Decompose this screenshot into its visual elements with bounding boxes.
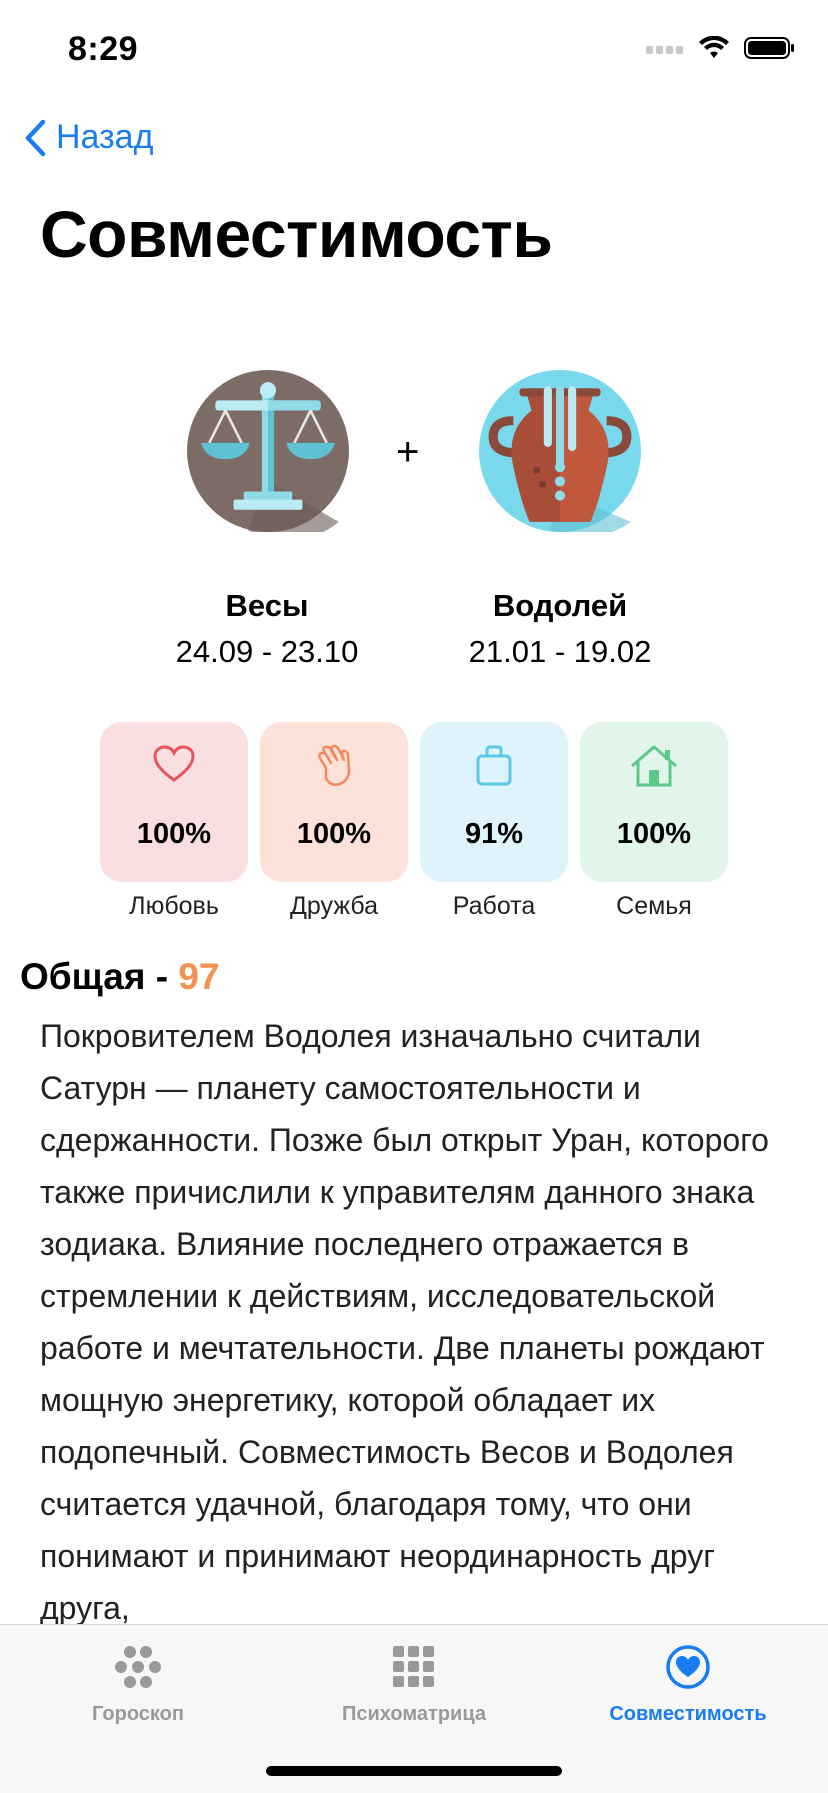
page-title: Совместимость [40, 197, 553, 271]
heart-icon [153, 745, 195, 782]
tab-psychomatrix[interactable]: Психоматрица [284, 1643, 544, 1726]
sign-dates-first: 24.09 - 23.10 [175, 634, 359, 669]
cellular-signal-icon [646, 46, 683, 54]
sign-dates-second: 21.01 - 19.02 [468, 634, 652, 669]
sign-name-second: Водолей [492, 588, 628, 623]
briefcase-icon [476, 745, 512, 786]
overall-score: Общая - 97 [20, 956, 220, 998]
back-label: Назад [56, 118, 154, 156]
plus-sign: + [396, 430, 420, 474]
overall-label: Общая - [20, 956, 179, 997]
compatibility-description: Покровителем Водолея изначально считали … [40, 1018, 769, 1626]
score-label-friendship: Дружба [290, 892, 378, 920]
house-icon [631, 745, 677, 787]
chevron-left-icon [25, 119, 46, 156]
score-value-family: 100% [616, 818, 692, 850]
score-label-love: Любовь [129, 892, 219, 920]
score-value-love: 100% [136, 818, 212, 850]
heart-circle-icon [666, 1645, 710, 1689]
score-card-love: 100% [100, 722, 248, 882]
status-bar: 8:29 [0, 0, 828, 100]
score-label-work: Работа [452, 892, 536, 920]
score-label-family: Семья [616, 892, 692, 920]
back-button[interactable]: Назад [24, 118, 153, 157]
libra-scales-icon [187, 370, 349, 541]
score-value-work: 91% [464, 818, 524, 850]
status-icons [646, 36, 796, 60]
sign-libra [187, 370, 349, 541]
tab-horoscope[interactable]: Гороскоп [8, 1643, 268, 1726]
score-card-work: 91% [420, 722, 568, 882]
hand-wave-icon [318, 744, 351, 786]
aquarius-vase-icon [479, 370, 641, 538]
wifi-icon [699, 36, 729, 58]
tab-label-psychomatrix: Психоматрица [342, 1703, 486, 1725]
status-time: 8:29 [68, 30, 139, 68]
home-indicator[interactable] [266, 1766, 562, 1776]
score-value-friendship: 100% [296, 818, 372, 850]
grid-icon [393, 1646, 434, 1687]
horoscope-dots-icon [115, 1646, 161, 1688]
tab-compatibility[interactable]: Совместимость [558, 1643, 818, 1726]
tab-label-compatibility: Совместимость [609, 1703, 767, 1725]
overall-value: 97 [178, 956, 220, 997]
sign-aquarius [479, 370, 641, 538]
sign-name-first: Весы [225, 588, 309, 623]
battery-icon [744, 37, 794, 59]
tab-label-horoscope: Гороскоп [92, 1703, 184, 1725]
score-card-friendship: 100% [260, 722, 408, 882]
score-card-family: 100% [580, 722, 728, 882]
